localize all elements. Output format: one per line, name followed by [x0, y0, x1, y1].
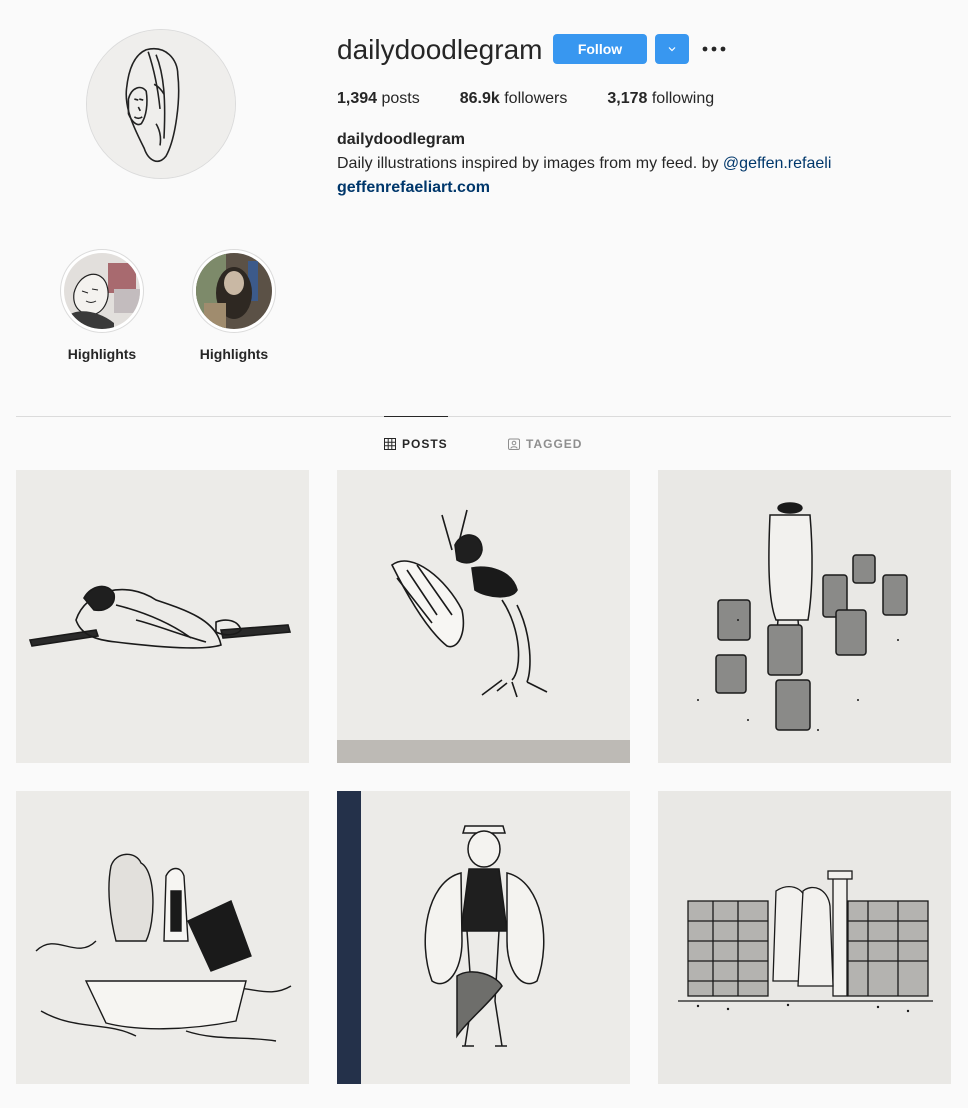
- active-tab-indicator: [384, 416, 448, 417]
- bio-text: Daily illustrations inspired by images f…: [337, 155, 723, 172]
- profile-username: dailydoodlegram: [337, 34, 543, 65]
- followers-stat[interactable]: 86.9k followers: [460, 89, 568, 109]
- follow-button[interactable]: Follow: [553, 34, 647, 64]
- chevron-down-icon: [668, 47, 676, 52]
- posts-stat: 1,394 posts: [337, 89, 420, 109]
- highlight-label: Highlights: [67, 346, 137, 362]
- suggested-accounts-dropdown-button[interactable]: [655, 34, 689, 64]
- grid-icon: [384, 438, 396, 450]
- post-thumbnail[interactable]: [337, 470, 630, 763]
- highlight-cover: [192, 249, 276, 333]
- profile-avatar: [86, 29, 236, 179]
- followers-count: 86.9k: [459, 90, 500, 107]
- more-options-button[interactable]: [699, 34, 729, 64]
- tab-tagged[interactable]: TAGGED: [508, 436, 582, 452]
- tab-posts[interactable]: POSTS: [384, 436, 448, 452]
- post-thumbnail[interactable]: [16, 470, 309, 763]
- highlight-label: Highlights: [199, 346, 269, 362]
- bio-mention-link[interactable]: @geffen.refaeli: [723, 155, 831, 172]
- post-thumbnail[interactable]: [16, 791, 309, 1084]
- tagged-icon: [508, 438, 520, 450]
- highlight-cover: [60, 249, 144, 333]
- profile-stats: 1,394 posts 86.9k followers 3,178 follow…: [337, 89, 754, 109]
- post-thumbnail[interactable]: [658, 470, 951, 763]
- tabs-divider: [16, 416, 951, 417]
- story-highlight[interactable]: Highlights: [60, 249, 144, 363]
- posts-label: posts: [377, 90, 420, 107]
- ellipsis-icon: [702, 46, 726, 52]
- post-thumbnail[interactable]: [658, 791, 951, 1084]
- profile-full-name: dailydoodlegram: [337, 131, 466, 148]
- following-label: following: [647, 90, 715, 107]
- tab-posts-label: POSTS: [402, 437, 448, 451]
- post-thumbnail[interactable]: [337, 791, 630, 1084]
- story-highlight[interactable]: Highlights: [192, 249, 276, 363]
- following-stat[interactable]: 3,178 following: [607, 89, 714, 109]
- profile-bio: Daily illustrations inspired by images f…: [337, 154, 831, 174]
- website-link[interactable]: geffenrefaeliart.com: [337, 178, 490, 198]
- following-count: 3,178: [607, 90, 648, 107]
- tab-tagged-label: TAGGED: [526, 437, 583, 451]
- posts-count: 1,394: [337, 90, 378, 107]
- followers-label: followers: [499, 90, 568, 107]
